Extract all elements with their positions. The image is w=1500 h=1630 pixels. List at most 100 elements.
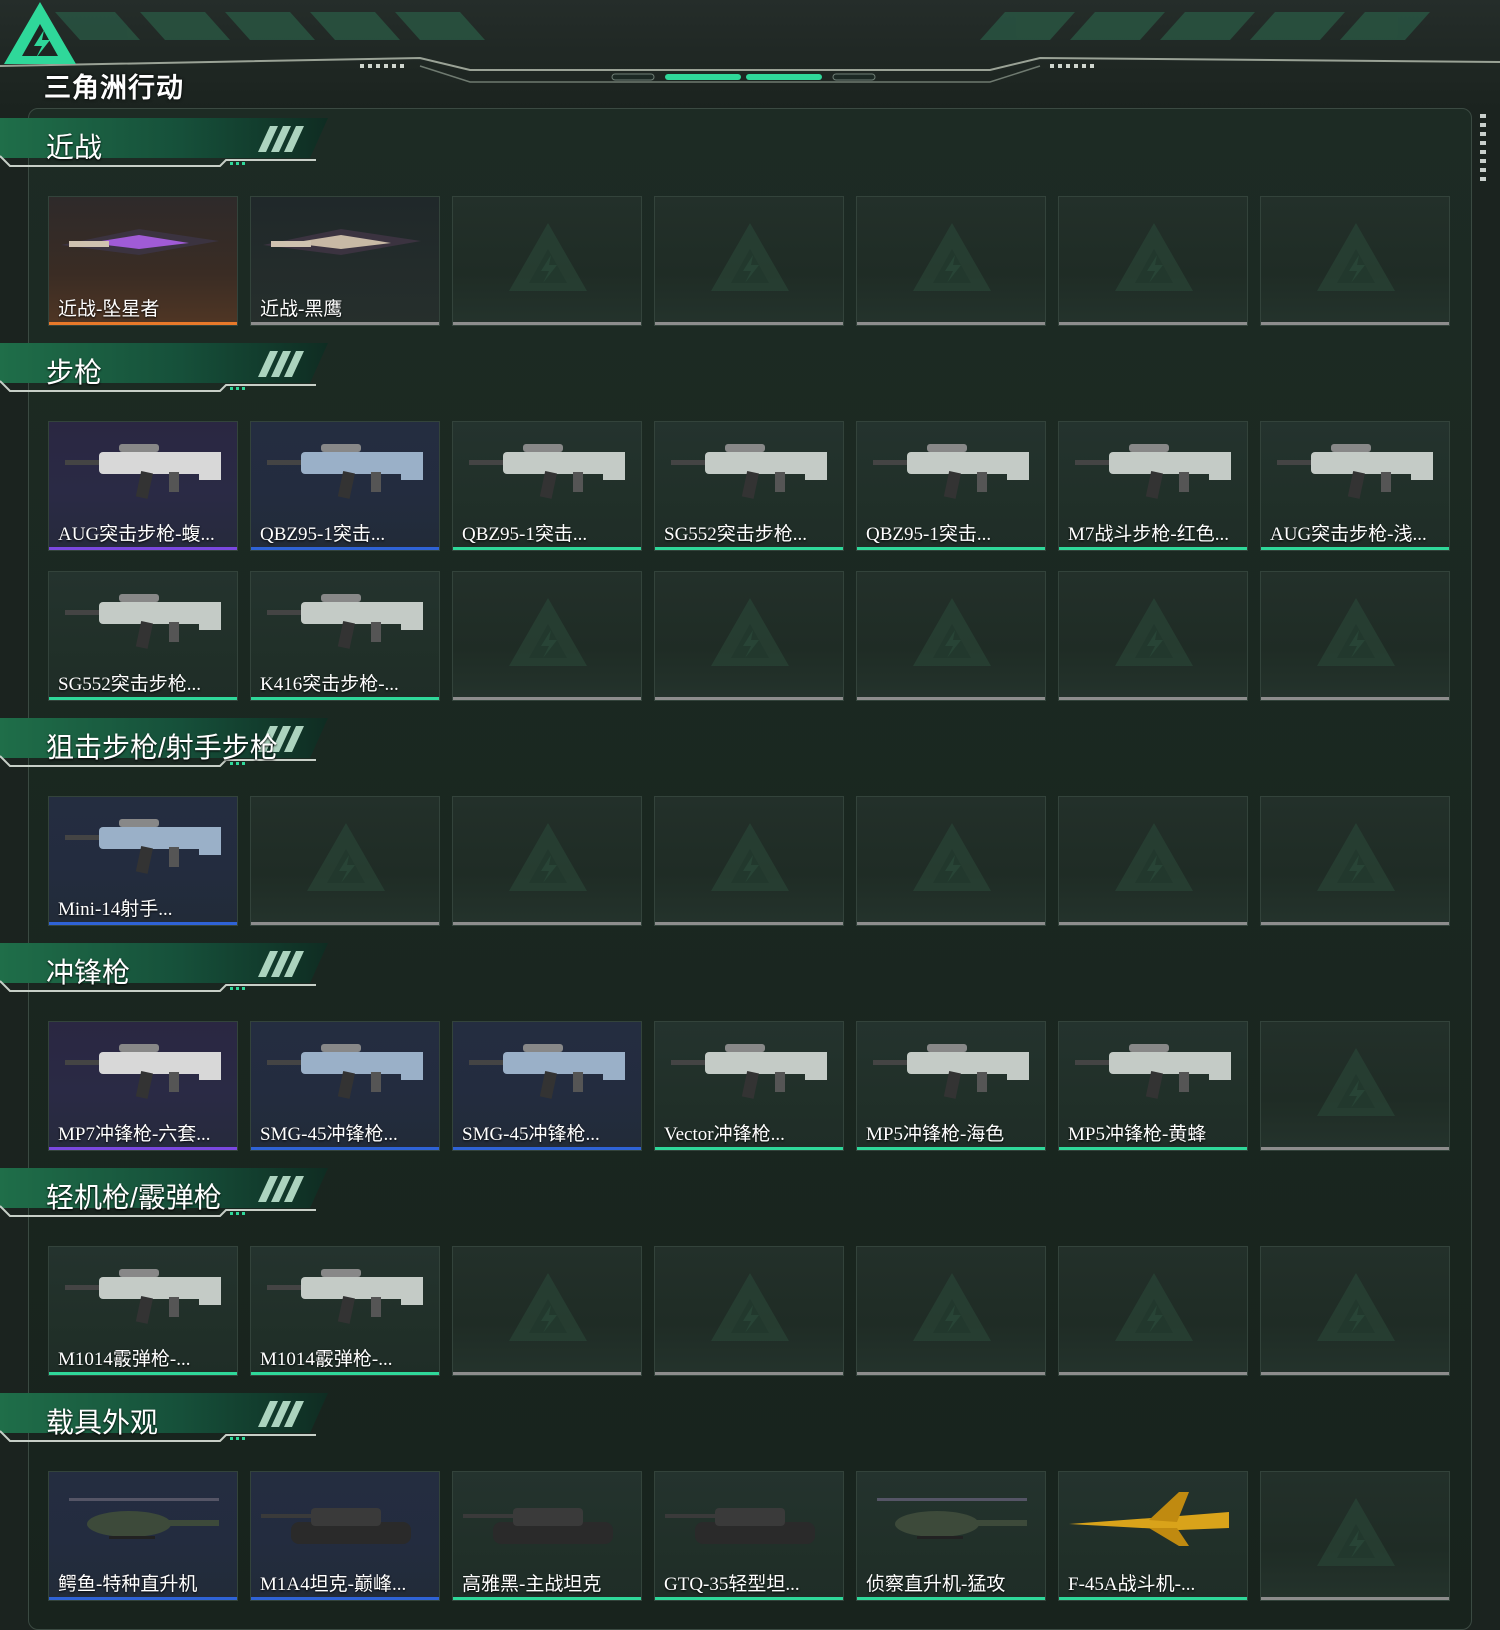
item-card[interactable]: GTQ-35轻型坦... <box>654 1471 844 1601</box>
rarity-bar <box>49 1372 237 1375</box>
scrollbar[interactable] <box>1480 114 1486 184</box>
item-card[interactable]: SG552突击步枪... <box>654 421 844 551</box>
rarity-bar <box>49 547 237 550</box>
slot-bar <box>1261 322 1449 325</box>
delta-watermark-icon <box>1115 223 1193 291</box>
delta-watermark-icon <box>1317 1498 1395 1566</box>
rifle-icon <box>65 444 221 499</box>
empty-slot <box>856 1246 1046 1376</box>
delta-watermark-icon <box>509 223 587 291</box>
item-name: MP7冲锋枪-六套... <box>58 1124 211 1145</box>
slot-bar <box>1261 1597 1449 1600</box>
shotgun-icon <box>65 1269 221 1324</box>
empty-slot <box>1058 571 1248 701</box>
item-card[interactable]: 近战-坠星者 <box>48 196 238 326</box>
jet-icon <box>1069 1492 1229 1546</box>
item-card[interactable]: M1014霰弹枪-... <box>48 1246 238 1376</box>
item-card[interactable]: Vector冲锋枪... <box>654 1021 844 1151</box>
empty-slot <box>250 796 440 926</box>
top-header: 三角洲行动 <box>0 0 1500 108</box>
item-card[interactable]: M7战斗步枪-红色... <box>1058 421 1248 551</box>
rifle-icon <box>267 444 423 499</box>
item-card[interactable]: 近战-黑鹰 <box>250 196 440 326</box>
item-card[interactable]: Mini-14射手... <box>48 796 238 926</box>
rifle-icon <box>1075 444 1231 499</box>
item-card[interactable]: MP5冲锋枪-黄蜂 <box>1058 1021 1248 1151</box>
slot-bar <box>453 322 641 325</box>
rarity-bar <box>453 1147 641 1150</box>
item-card[interactable]: M1014霰弹枪-... <box>250 1246 440 1376</box>
empty-slot <box>856 796 1046 926</box>
item-card[interactable]: 侦察直升机-猛攻 <box>856 1471 1046 1601</box>
empty-slot <box>452 1246 642 1376</box>
slot-bar <box>655 922 843 925</box>
rarity-bar <box>857 1597 1045 1600</box>
item-card[interactable]: QBZ95-1突击... <box>452 421 642 551</box>
delta-logo-icon <box>4 2 76 64</box>
item-card[interactable]: AUG突击步枪-浅... <box>1260 421 1450 551</box>
delta-watermark-icon <box>1317 598 1395 666</box>
smg-icon <box>267 1044 423 1099</box>
item-card[interactable]: AUG突击步枪-蝮... <box>48 421 238 551</box>
item-card[interactable]: 高雅黑-主战坦克 <box>452 1471 642 1601</box>
rifle-icon <box>469 444 625 499</box>
empty-slot <box>452 796 642 926</box>
item-name: F-45A战斗机-... <box>1068 1574 1196 1595</box>
delta-watermark-icon <box>913 223 991 291</box>
rifle-icon <box>65 594 221 649</box>
item-name: 近战-黑鹰 <box>260 299 343 320</box>
delta-watermark-icon <box>1317 1273 1395 1341</box>
item-card[interactable]: 鳄鱼-特种直升机 <box>48 1471 238 1601</box>
section-title: 载具外观 <box>0 1393 330 1451</box>
item-card[interactable]: SG552突击步枪... <box>48 571 238 701</box>
rarity-bar <box>453 547 641 550</box>
section-title-label: 近战 <box>46 132 103 163</box>
item-name: QBZ95-1突击... <box>866 524 992 545</box>
smg-icon <box>65 1044 221 1099</box>
slot-bar <box>1059 1372 1247 1375</box>
knife-icon <box>61 229 219 255</box>
section-title-label: 步枪 <box>46 357 103 388</box>
item-card[interactable]: QBZ95-1突击... <box>250 421 440 551</box>
slot-bar <box>857 1372 1045 1375</box>
empty-slot <box>856 571 1046 701</box>
slot-bar <box>1261 922 1449 925</box>
smg-icon <box>671 1044 827 1099</box>
item-card[interactable]: MP5冲锋枪-海色 <box>856 1021 1046 1151</box>
rarity-bar <box>49 1597 237 1600</box>
delta-watermark-icon <box>711 598 789 666</box>
rarity-bar <box>453 1597 641 1600</box>
item-name: GTQ-35轻型坦... <box>664 1574 800 1595</box>
item-card[interactable]: M1A4坦克-巅峰... <box>250 1471 440 1601</box>
delta-watermark-icon <box>711 1273 789 1341</box>
slot-bar <box>1261 1147 1449 1150</box>
item-card[interactable]: SMG-45冲锋枪... <box>250 1021 440 1151</box>
slot-bar <box>453 922 641 925</box>
delta-watermark-icon <box>711 223 789 291</box>
item-name: MP5冲锋枪-黄蜂 <box>1068 1124 1207 1145</box>
empty-slot <box>654 196 844 326</box>
delta-watermark-icon <box>509 598 587 666</box>
item-card[interactable]: F-45A战斗机-... <box>1058 1471 1248 1601</box>
item-card[interactable]: SMG-45冲锋枪... <box>452 1021 642 1151</box>
item-name: 鳄鱼-特种直升机 <box>58 1574 198 1595</box>
empty-slot <box>1260 196 1450 326</box>
item-name: SMG-45冲锋枪... <box>462 1124 600 1145</box>
empty-slot <box>452 571 642 701</box>
section-title-label: 冲锋枪 <box>46 957 131 988</box>
slot-bar <box>857 697 1045 700</box>
logo-text: 三角洲行动 <box>44 73 184 103</box>
section-title: 狙击步枪/射手步枪 <box>0 718 330 776</box>
section-title-label: 载具外观 <box>46 1407 159 1438</box>
item-card[interactable]: K416突击步枪-... <box>250 571 440 701</box>
rifle-icon <box>1277 444 1433 499</box>
slot-bar <box>1261 1372 1449 1375</box>
sniper-rifle-icon <box>65 819 221 874</box>
rarity-bar <box>251 697 439 700</box>
item-name: 近战-坠星者 <box>58 299 160 320</box>
item-name: QBZ95-1突击... <box>260 524 386 545</box>
slot-bar <box>655 322 843 325</box>
item-card[interactable]: MP7冲锋枪-六套... <box>48 1021 238 1151</box>
smg-icon <box>873 1044 1029 1099</box>
item-card[interactable]: QBZ95-1突击... <box>856 421 1046 551</box>
